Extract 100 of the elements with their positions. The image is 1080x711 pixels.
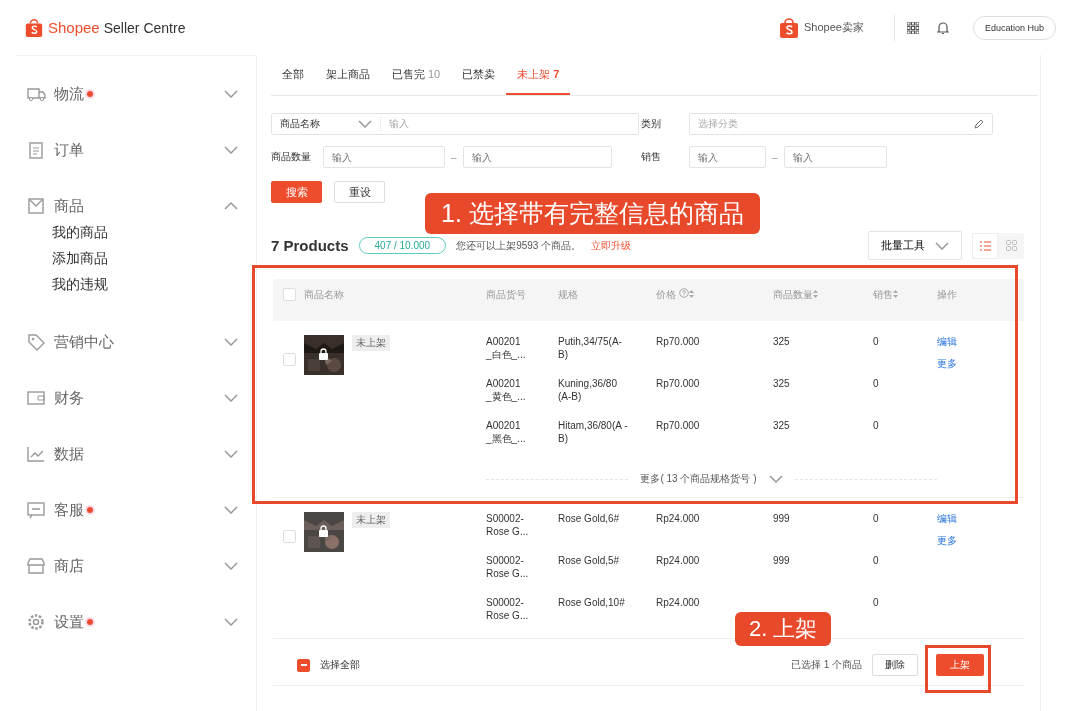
publish-button[interactable]: 上架 [936,654,984,676]
clipboard-icon [26,140,46,160]
action-link[interactable]: 更多 [937,534,957,548]
upgrade-link[interactable]: 立即升级 [591,238,632,253]
sidebar-item[interactable]: 商品 [16,188,256,224]
show-more-link[interactable]: 更多( 13 个商品规格货号 ) [640,472,757,486]
box-icon [26,196,46,216]
chevron-down-icon [224,562,238,570]
lock-icon [319,525,328,537]
row-checkbox[interactable] [283,530,296,543]
name-search-field[interactable]: 商品名称 输入 [271,113,639,135]
stock-cell-text: 325 [773,335,790,349]
field-label: 销售 [641,150,662,164]
stock-cell-text: 999 [773,554,790,568]
chevron-down-icon [224,506,238,514]
sidebar-item[interactable]: 营销中心 [16,314,256,370]
bell-icon[interactable] [936,20,949,35]
filter-tab[interactable]: 已禁卖 [451,55,507,95]
input-field[interactable]: 输入 [689,146,766,168]
sort-icon [893,290,898,298]
chevron-down-icon [768,475,783,483]
range-separator: – [451,151,457,163]
filter-tab[interactable]: 全部 [271,55,315,95]
bulk-tools-button[interactable]: 批量工具 [868,231,962,260]
column-header: 操作 [937,288,958,301]
chevron-down-icon [358,120,372,128]
submenu-item[interactable]: 添加商品 [52,250,108,268]
apps-grid-icon[interactable] [906,21,919,34]
placeholder-text: 输入 [388,117,409,131]
field-label: 商品数量 [271,150,312,164]
sidebar-label: 数据 [54,444,84,464]
status-tag: 未上架 [352,335,390,351]
placeholder-text: 选择分类 [698,117,738,131]
sort-icon [813,290,818,298]
sidebar-item[interactable]: 订单 [16,122,256,178]
sidebar-label: 物流 [54,84,84,104]
brand-subtitle: Seller Centre [103,19,186,36]
sidebar-item[interactable]: 数据 [16,426,256,482]
sidebar-label: 商店 [54,556,84,576]
chevron-down-icon [224,450,238,458]
chevron-down-icon [224,338,238,346]
highlight-frame [925,645,991,693]
sidebar-label: 商品 [54,196,84,216]
callout-label: 2. 上架 [735,612,832,646]
row-checkbox[interactable] [283,353,296,366]
price-cell-text: Rp70.000 [656,377,700,391]
search-button[interactable]: 搜索 [271,181,322,203]
filter-tab[interactable]: 未上架 7 [506,55,571,95]
callout-label: 1. 选择带有完整信息的商品 [425,193,760,234]
sku-cell-text: A00201 _黑色_... [486,419,527,446]
column-header: 商品名称 [304,288,345,301]
input-field[interactable]: 输入 [783,146,887,168]
action-link[interactable]: 编辑 [937,512,957,526]
sales-cell-text: 0 [873,512,879,526]
sidebar-label: 营销中心 [54,332,114,352]
delete-button[interactable]: 删除 [872,654,918,676]
price-cell-text: Rp24.000 [656,554,700,568]
gear-icon [26,612,46,632]
variation-cell-text: Kuning,36/80 (A-B) [558,377,618,404]
sidebar-item[interactable]: 客服 [16,482,256,538]
tag-icon [26,332,46,352]
sidebar-item[interactable]: 商店 [16,538,256,594]
variation-cell-text: Rose Gold,6# [558,512,621,526]
selection-count: 已选择 1 个商品 [790,658,862,672]
price-cell-text: Rp70.000 [656,335,700,349]
grid-icon [1005,240,1017,251]
price-cell-text: Rp24.000 [656,596,700,610]
sku-cell-text: S00002- Rose G... [486,554,530,581]
sort-icon [688,290,694,298]
filter-tab[interactable]: 架上商品 [315,55,381,95]
sidebar-label: 设置 [54,612,84,632]
brand-name: Shopee [48,19,100,36]
sku-cell-text: S00002- Rose G... [486,512,530,539]
sales-cell-text: 0 [873,419,879,433]
reset-button[interactable]: 重设 [334,181,385,203]
education-hub-button[interactable]: Education Hub [972,15,1056,40]
stock-cell-text: 999 [773,512,790,526]
submenu-item[interactable]: 我的违规 [52,276,108,294]
filter-tab[interactable]: 已售完 10 [381,55,452,95]
sales-cell-text: 0 [873,377,879,391]
input-field[interactable]: 输入 [323,146,445,168]
select-all-checkbox[interactable] [297,658,310,672]
column-header: 商品货号 [486,288,527,301]
chevron-down-icon [224,90,238,98]
input-field[interactable]: 输入 [462,146,612,168]
wallet-icon [26,388,46,408]
chevron-up-icon [224,202,238,210]
submenu-item[interactable]: 我的商品 [52,224,108,242]
select-all-label: 选择全部 [320,658,360,672]
field-select-label: 商品名称 [280,117,320,131]
action-link[interactable]: 编辑 [937,335,957,349]
sidebar-item[interactable]: 财务 [16,370,256,426]
chart-icon [26,444,46,464]
sidebar-item[interactable]: 设置 [16,594,256,650]
sidebar-item[interactable]: 物流 [16,66,256,122]
chevron-down-icon [224,618,238,626]
action-link[interactable]: 更多 [937,357,957,371]
list-icon [979,240,991,251]
list-view-button[interactable] [972,232,998,259]
product-count-title: 7 Products [271,237,349,254]
